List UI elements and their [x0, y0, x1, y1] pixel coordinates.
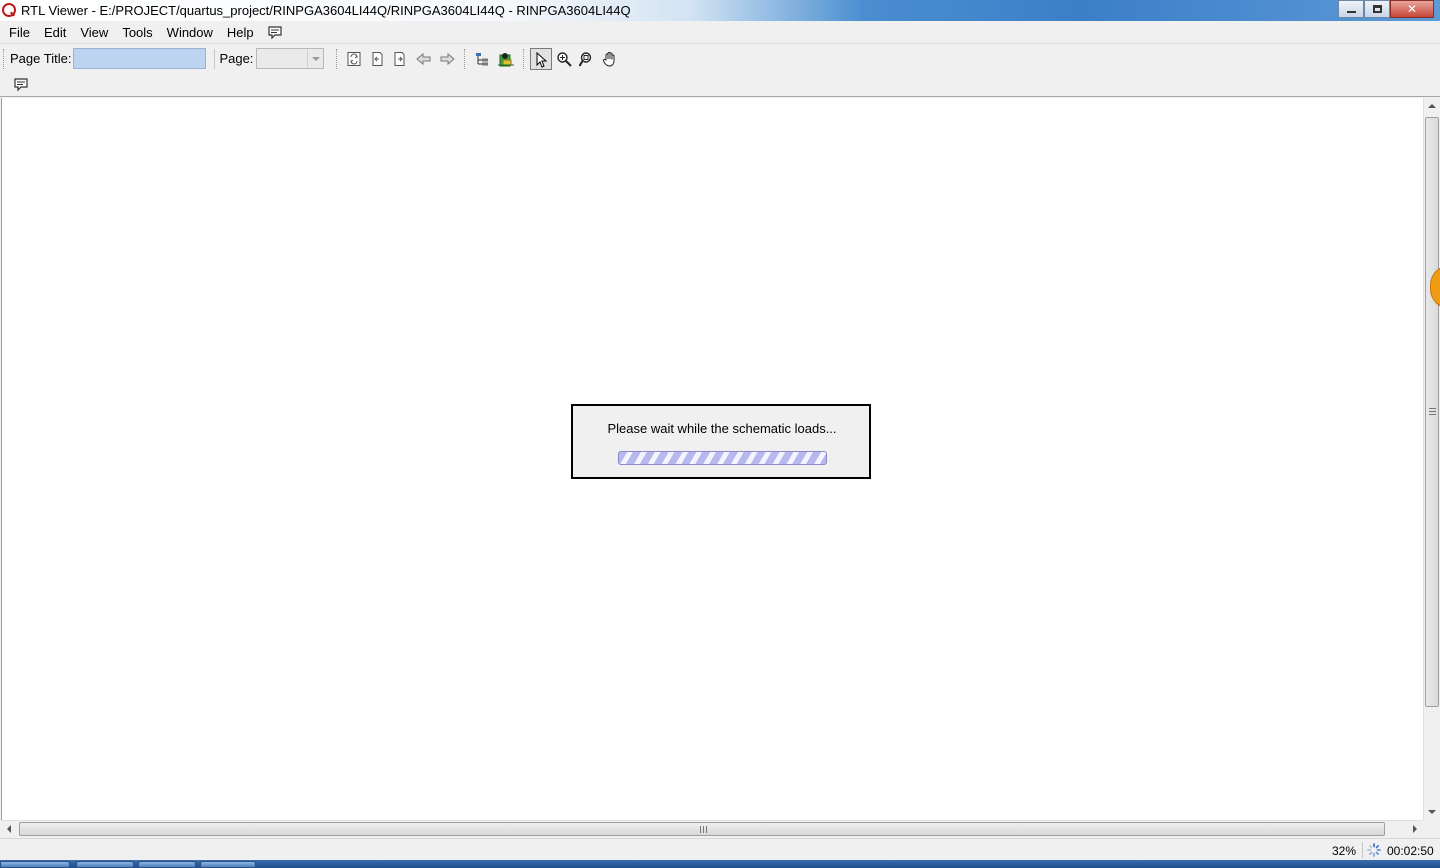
page-title-input[interactable]	[73, 48, 207, 69]
zoom-in-button[interactable]	[553, 48, 575, 70]
hierarchy-list-button[interactable]	[471, 48, 493, 70]
title-bar: RTL Viewer - E:/PROJECT/quartus_project/…	[0, 0, 1440, 21]
restore-icon	[1373, 5, 1382, 13]
loading-progress-bar	[618, 451, 827, 465]
page-forward-icon	[394, 51, 405, 66]
secondary-toolbar	[0, 72, 1440, 97]
elapsed-time: 00:02:50	[1387, 844, 1434, 858]
window-controls: ✕	[1338, 0, 1434, 18]
menu-edit[interactable]: Edit	[37, 22, 73, 44]
close-icon: ✕	[1406, 2, 1418, 16]
scroll-left-icon[interactable]	[1, 821, 18, 837]
grip-icon	[1429, 408, 1436, 415]
page-back-icon	[372, 51, 383, 66]
next-page-button[interactable]	[389, 48, 411, 70]
arrow-left-icon	[416, 52, 431, 65]
toolbar-separator	[214, 48, 216, 69]
loading-dialog: Please wait while the schematic loads...	[571, 404, 871, 479]
zoom-in-icon	[557, 51, 573, 67]
comment-button[interactable]	[10, 74, 32, 96]
netlist-icon	[498, 52, 515, 66]
menu-tools[interactable]: Tools	[115, 22, 159, 44]
vertical-scrollbar[interactable]	[1423, 98, 1440, 820]
hierarchy-icon	[476, 52, 489, 65]
hand-icon	[603, 51, 615, 67]
chevron-down-icon[interactable]	[307, 49, 323, 68]
back-button[interactable]	[412, 48, 434, 70]
page-title-label: Page Title:	[10, 51, 72, 66]
arrow-right-icon	[440, 52, 456, 65]
forward-button[interactable]	[435, 48, 457, 70]
taskbar-app-button[interactable]	[76, 861, 134, 868]
close-button[interactable]: ✕	[1390, 0, 1434, 18]
zoom-level: 32%	[1332, 844, 1357, 858]
rtl-viewer-window: RTL Viewer - E:/PROJECT/quartus_project/…	[0, 0, 1440, 868]
netlist-navigator-button[interactable]	[494, 48, 516, 70]
scroll-down-icon[interactable]	[1424, 803, 1440, 820]
restore-button[interactable]	[1364, 0, 1390, 18]
menu-help[interactable]: Help	[220, 22, 261, 44]
refresh-page-button[interactable]	[343, 48, 365, 70]
toolbar-separator	[523, 48, 525, 69]
quartus-app-icon[interactable]	[2, 3, 16, 17]
previous-page-button[interactable]	[366, 48, 388, 70]
taskbar-app-button[interactable]	[138, 861, 196, 868]
os-taskbar	[0, 860, 1440, 868]
vertical-scroll-thumb[interactable]	[1425, 117, 1439, 707]
horizontal-scroll-thumb[interactable]	[19, 822, 1385, 836]
scrollbar-corner	[1423, 820, 1440, 837]
menu-view[interactable]: View	[73, 22, 115, 44]
taskbar-app-button[interactable]	[200, 861, 256, 868]
start-button[interactable]	[0, 861, 70, 868]
busy-spinner-icon	[1367, 843, 1381, 857]
loading-message: Please wait while the schematic loads...	[607, 421, 837, 436]
selection-tool-button[interactable]	[530, 47, 553, 70]
zoom-fit-button[interactable]	[576, 48, 598, 70]
toolbar-separator	[464, 48, 466, 69]
comment-icon	[14, 78, 28, 92]
toolbar-separator	[336, 48, 338, 69]
pointer-icon	[536, 51, 548, 68]
menu-window[interactable]: Window	[160, 22, 220, 44]
page-select[interactable]	[256, 48, 325, 69]
refresh-icon	[347, 51, 361, 66]
horizontal-scrollbar[interactable]	[1, 820, 1423, 837]
grip-icon	[700, 826, 707, 833]
minimize-button[interactable]	[1338, 0, 1364, 18]
toolbar-grip[interactable]	[3, 48, 6, 69]
menu-bar: File Edit View Tools Window Help	[0, 22, 1440, 44]
comment-icon[interactable]	[265, 23, 285, 43]
zoom-fit-icon	[579, 51, 592, 67]
status-separator	[1362, 842, 1363, 858]
hand-tool-button[interactable]	[599, 48, 621, 70]
minimize-icon	[1347, 11, 1356, 13]
page-label: Page:	[219, 51, 254, 66]
main-toolbar: Page Title: Page:	[0, 45, 1440, 72]
scroll-right-icon[interactable]	[1406, 821, 1423, 837]
menu-file[interactable]: File	[2, 22, 37, 44]
status-bar: 32% 00:02:50	[0, 838, 1440, 860]
scroll-up-icon[interactable]	[1424, 98, 1440, 115]
window-title: RTL Viewer - E:/PROJECT/quartus_project/…	[21, 3, 631, 18]
